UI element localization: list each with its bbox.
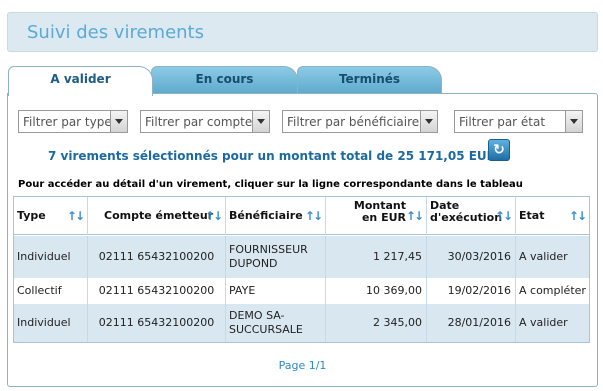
row-amount: 10 369,00 [366, 284, 422, 297]
row-type: Collectif [17, 284, 62, 297]
transfers-table: Type ↑↓ Compte émetteur ↑↓ Bénéficiaire … [13, 196, 590, 343]
row-date: 28/01/2016 [447, 316, 511, 329]
filter-account-label: Filtrer par compte [145, 115, 253, 129]
filter-beneficiary-select[interactable]: Filtrer par bénéficiaire [282, 110, 438, 133]
row-beneficiary: FOURNISSEUR DUPOND [229, 243, 308, 270]
column-header-date[interactable]: Date d'exécution ↑↓ [427, 197, 516, 235]
tab-a-valider[interactable]: A valider [8, 66, 153, 96]
chevron-down-icon [565, 111, 582, 132]
row-amount: 2 345,00 [373, 316, 422, 329]
chevron-down-icon [252, 111, 269, 132]
table-row[interactable]: Collectif 02111 65432100200 PAYE 10 369,… [14, 278, 589, 304]
page-title: Suivi des virements [27, 22, 204, 43]
transfers-panel: Filtrer par type Filtrer par compte Filt… [7, 93, 598, 387]
filter-status-label: Filtrer par état [459, 115, 546, 129]
column-header-beneficiary[interactable]: Bénéficiaire ↑↓ [226, 197, 326, 235]
filter-type-label: Filtrer par type [23, 115, 112, 129]
filter-type-select[interactable]: Filtrer par type [18, 110, 128, 133]
chevron-down-icon [420, 111, 437, 132]
table-row[interactable]: Individuel 02111 65432100200 FOURNISSEUR… [14, 236, 589, 278]
tab-en-cours[interactable]: En cours [151, 66, 298, 94]
table-hint: Pour accéder au détail d'un virement, cl… [18, 179, 523, 190]
column-header-type[interactable]: Type ↑↓ [14, 197, 88, 235]
column-header-account[interactable]: Compte émetteur ↑↓ [88, 197, 226, 235]
row-status: A valider [519, 250, 568, 263]
selection-summary: 7 virements sélectionnés pour un montant… [48, 149, 496, 163]
chevron-down-icon [110, 111, 127, 132]
pagination[interactable]: Page 1/1 [8, 359, 597, 372]
sort-icon[interactable]: ↑↓ [569, 209, 587, 223]
row-account: 02111 65432100200 [98, 250, 215, 263]
row-beneficiary: DEMO SA-SUCCURSALE [229, 309, 303, 336]
row-status: A compléter [519, 284, 586, 297]
tab-termines[interactable]: Terminés [297, 66, 442, 94]
filter-account-select[interactable]: Filtrer par compte [140, 110, 270, 133]
filter-beneficiary-label: Filtrer par bénéficiaire [287, 115, 420, 129]
column-header-amount[interactable]: Montant en EUR ↑↓ [326, 197, 427, 235]
row-status: A valider [519, 316, 568, 329]
sort-icon[interactable]: ↑↓ [67, 209, 85, 223]
sort-icon[interactable]: ↑↓ [305, 209, 323, 223]
sort-icon[interactable]: ↑↓ [205, 209, 223, 223]
row-account: 02111 65432100200 [98, 284, 215, 297]
sort-icon[interactable]: ↑↓ [495, 209, 513, 223]
page-header: Suivi des virements [7, 12, 598, 52]
refresh-button[interactable]: ↻ [488, 139, 510, 161]
row-date: 19/02/2016 [447, 284, 511, 297]
table-header: Type ↑↓ Compte émetteur ↑↓ Bénéficiaire … [14, 197, 589, 235]
table-row[interactable]: Individuel 02111 65432100200 DEMO SA-SUC… [14, 304, 589, 342]
column-header-status[interactable]: Etat ↑↓ [516, 197, 589, 235]
row-beneficiary: PAYE [229, 284, 256, 297]
row-amount: 1 217,45 [373, 250, 422, 263]
row-type: Individuel [17, 316, 71, 329]
filter-status-select[interactable]: Filtrer par état [454, 110, 583, 133]
row-date: 30/03/2016 [447, 250, 511, 263]
refresh-icon: ↻ [493, 142, 505, 158]
row-account: 02111 65432100200 [98, 316, 215, 329]
row-type: Individuel [17, 250, 71, 263]
sort-icon[interactable]: ↑↓ [406, 209, 424, 223]
